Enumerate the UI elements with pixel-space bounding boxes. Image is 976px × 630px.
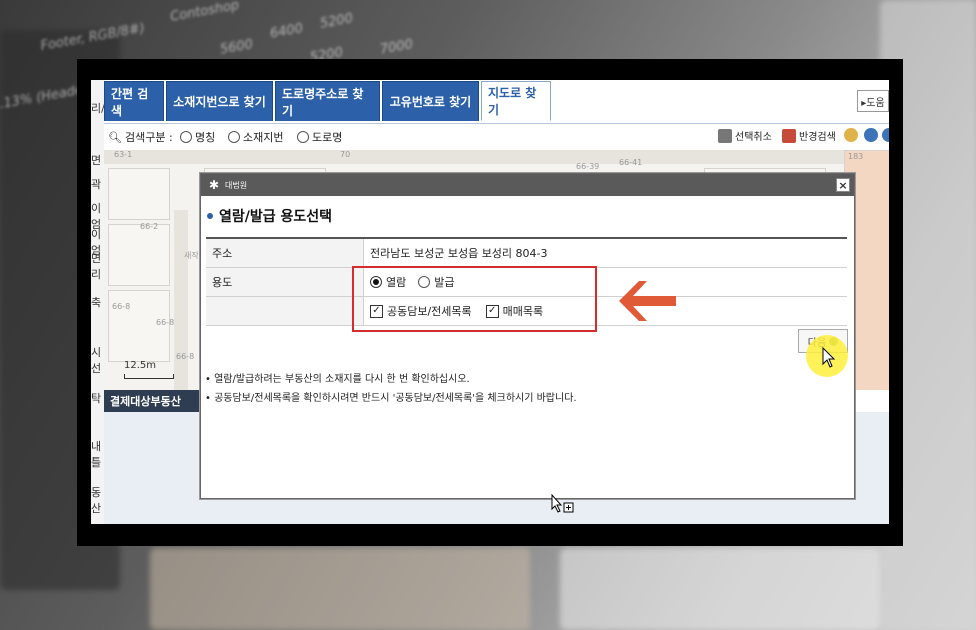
tab-map-search[interactable]: 지도로 찾기 <box>481 81 551 121</box>
note-text: 공동담보/전세목록을 확인하시려면 반드시 '공동담보/전세목록'을 체크하시기… <box>214 393 577 404</box>
drag-cursor-icon <box>551 494 574 513</box>
bg-streak <box>560 548 880 630</box>
tab-bar: 간편 검색 소재지번으로 찾기 도로명주소로 찾기 고유번호로 찾기 지도로 찾… <box>104 80 889 123</box>
left-side-panel: 리/ 면 곽 이엄 이엄 면리 축 시선 탁 내틀 동산 <box>91 80 105 524</box>
side-text: 곽 <box>91 178 102 191</box>
side-text: 면리 <box>91 252 102 281</box>
search-icon: 🔍︎ <box>108 130 122 144</box>
mouse-cursor-icon <box>822 347 836 368</box>
parcel-label: 66-8 <box>112 302 131 311</box>
pointer-tool[interactable] <box>844 128 858 142</box>
highlight-box <box>352 266 597 332</box>
court-logo-icon: ✱ <box>209 178 220 192</box>
side-text: 내틀 <box>91 440 102 469</box>
purpose-select-dialog: ✱ 대법원 × 열람/발급 용도선택 주소 전라남도 보성군 보성읍 보성리 8… <box>200 173 855 499</box>
close-icon[interactable]: × <box>836 178 850 192</box>
tab-lot-number[interactable]: 소재지번으로 찾기 <box>166 81 273 121</box>
parcel-label: 66-8 <box>156 318 175 327</box>
cancel-selection-icon <box>718 128 732 143</box>
dialog-heading: 열람/발급 용도선택 <box>207 206 332 226</box>
radio-lot[interactable]: 소재지번 <box>228 129 283 145</box>
side-text: 면 <box>91 154 102 167</box>
parcel-label: 63-1 <box>114 150 133 159</box>
dialog-heading-text: 열람/발급 용도선택 <box>219 209 333 225</box>
parcel-label: 66-8 <box>176 352 195 361</box>
side-text: 리/ <box>91 102 105 115</box>
bullet-icon <box>207 213 213 219</box>
map-scale-label: 12.5m <box>124 360 157 371</box>
search-type-row: 🔍︎ 검색구분 : 명칭 소재지번 도로명 선택취소 반경검색 <box>104 123 889 150</box>
radio-road[interactable]: 도로명 <box>297 129 342 145</box>
arrow-left-icon <box>619 281 676 321</box>
tab-road-address[interactable]: 도로명주소로 찾기 <box>275 81 380 121</box>
parcel-label: 66-2 <box>140 222 159 231</box>
parcel-label: 70 <box>340 150 351 159</box>
dialog-titlebar: ✱ 대법원 × <box>201 174 854 196</box>
tool-label: 선택취소 <box>735 132 772 143</box>
parcel-label: 183 <box>848 152 864 161</box>
pointer-icon <box>844 128 858 142</box>
address-row: 주소 전라남도 보성군 보성읍 보성리 804-3 <box>206 239 847 268</box>
search-type-label: 검색구분 : <box>124 131 173 144</box>
map-road <box>104 150 889 164</box>
note-text: 열람/발급하려는 부동산의 소재지를 다시 한 번 확인하십시오. <box>214 374 470 385</box>
map-parcel <box>108 224 170 286</box>
dialog-brand: 대법원 <box>225 180 248 190</box>
radio-name[interactable]: 명칭 <box>180 129 215 145</box>
zoom-in-icon <box>864 128 878 142</box>
parcel-label: 66-41 <box>619 158 643 167</box>
cancel-selection-tool[interactable]: 선택취소 <box>718 128 772 143</box>
address-value: 전라남도 보성군 보성읍 보성리 804-3 <box>370 247 548 260</box>
address-label: 주소 <box>206 239 364 267</box>
zoom-in-tool[interactable] <box>864 128 878 142</box>
radio-button[interactable] <box>228 131 240 143</box>
map-parcel <box>108 168 170 220</box>
radio-button[interactable] <box>180 131 192 143</box>
map-scale-bar <box>124 374 174 379</box>
zoom-out-tool[interactable] <box>882 128 889 142</box>
payment-target-header: 결제대상부동산 <box>104 390 204 412</box>
help-button[interactable]: ▸도움 <box>857 90 889 112</box>
tool-label: 반경검색 <box>799 132 836 143</box>
parcel-label: 66-39 <box>576 162 600 171</box>
radio-button[interactable] <box>297 131 309 143</box>
tab-unique-number[interactable]: 고유번호로 찾기 <box>382 81 479 121</box>
note-item: • 공동담보/전세목록을 확인하시려면 반드시 '공동담보/전세목록'을 체크하… <box>205 393 577 404</box>
side-text: 축 <box>91 296 102 309</box>
radius-search-tool[interactable]: 반경검색 <box>782 128 836 143</box>
dialog-notes: • 열람/발급하려는 부동산의 소재지를 다시 한 번 확인하십시오. • 공동… <box>205 370 577 408</box>
note-item: • 열람/발급하려는 부동산의 소재지를 다시 한 번 확인하십시오. <box>205 374 470 385</box>
side-text: 시선 <box>91 346 102 375</box>
radio-label: 명칭 <box>195 131 216 144</box>
tab-simple-search[interactable]: 간편 검색 <box>104 81 164 121</box>
purpose-label: 용도 <box>206 268 364 296</box>
bg-streak <box>150 548 530 630</box>
radius-search-icon <box>782 128 796 143</box>
search-type-label-group: 🔍︎ 검색구분 : <box>108 129 173 145</box>
radio-label: 도로명 <box>312 131 343 144</box>
checkbox-row-label <box>206 297 364 325</box>
side-text: 탁 <box>91 392 102 405</box>
side-text: 동산 <box>91 486 102 515</box>
map-road <box>174 210 188 390</box>
radio-label: 소재지번 <box>243 131 284 144</box>
zoom-out-icon <box>882 128 889 142</box>
